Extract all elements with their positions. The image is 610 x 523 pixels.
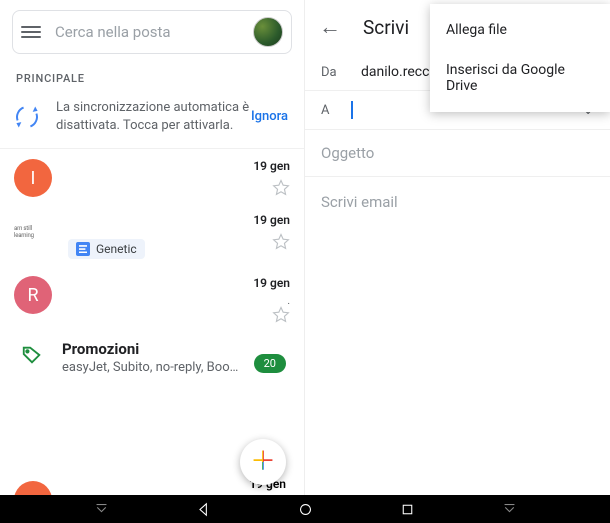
mail-row[interactable]: am still learning Genetic 19 gen [0,203,304,266]
promo-badge: 20 [254,354,286,373]
tag-icon [14,340,50,366]
star-icon[interactable] [272,306,290,324]
star-icon[interactable] [272,233,290,251]
mail-row[interactable]: I 19 gen [0,149,304,203]
promotions-row[interactable]: Promozioni easyJet, Subito, no-reply, Bo… [0,330,304,381]
mail-date: 19 gen [253,213,290,227]
nav-back[interactable] [195,501,212,518]
mail-date: 19 gen [253,276,290,290]
subject-input[interactable]: Oggetto [305,130,610,177]
attach-menu: Allega file Inserisci da Google Drive [430,4,610,112]
sync-banner[interactable]: La sincronizzazione automatica è disatti… [0,91,304,149]
ignore-button[interactable]: Ignora [251,109,288,124]
nav-home[interactable] [297,501,314,518]
compose-fab[interactable]: ＋ [240,439,286,485]
nav-dropdown-left[interactable] [93,501,110,518]
body-input[interactable]: Scrivi email [305,177,610,227]
promo-title: Promozioni [62,340,290,358]
sender-avatar [14,481,52,495]
android-navbar [0,495,610,523]
plus-icon: ＋ [250,449,276,475]
compose-title: Scrivi [363,16,409,39]
sync-message: La sincronizzazione automatica è disatti… [56,99,251,134]
sender-avatar: am still learning [14,213,52,251]
nav-dropdown-right[interactable] [501,501,518,518]
sender-avatar: R [14,276,52,314]
nav-recent[interactable] [399,501,416,518]
from-label: Da [321,65,361,80]
inbox-pane: Cerca nella posta PRINCIPALE La sincroni… [0,0,305,495]
mail-date: 19 gen [253,159,290,173]
search-placeholder: Cerca nella posta [55,23,253,41]
section-label: PRINCIPALE [0,64,304,91]
back-icon[interactable]: ← [319,14,341,40]
sender-avatar: I [14,159,52,197]
compose-pane: ← Scrivi Allega file Inserisci da Google… [305,0,610,495]
menu-icon[interactable] [21,22,41,42]
star-icon[interactable] [272,179,290,197]
chip-label: Genetic [96,242,137,256]
mail-row[interactable]: R 19 gen . [0,266,304,330]
to-label: A [321,103,351,118]
sync-icon [12,102,41,131]
attachment-chip[interactable]: Genetic [68,239,145,259]
menu-attach-file[interactable]: Allega file [430,10,610,50]
menu-insert-drive[interactable]: Inserisci da Google Drive [430,50,610,106]
search-bar[interactable]: Cerca nella posta [12,10,292,54]
doc-icon [76,242,90,256]
account-avatar[interactable] [253,17,283,47]
